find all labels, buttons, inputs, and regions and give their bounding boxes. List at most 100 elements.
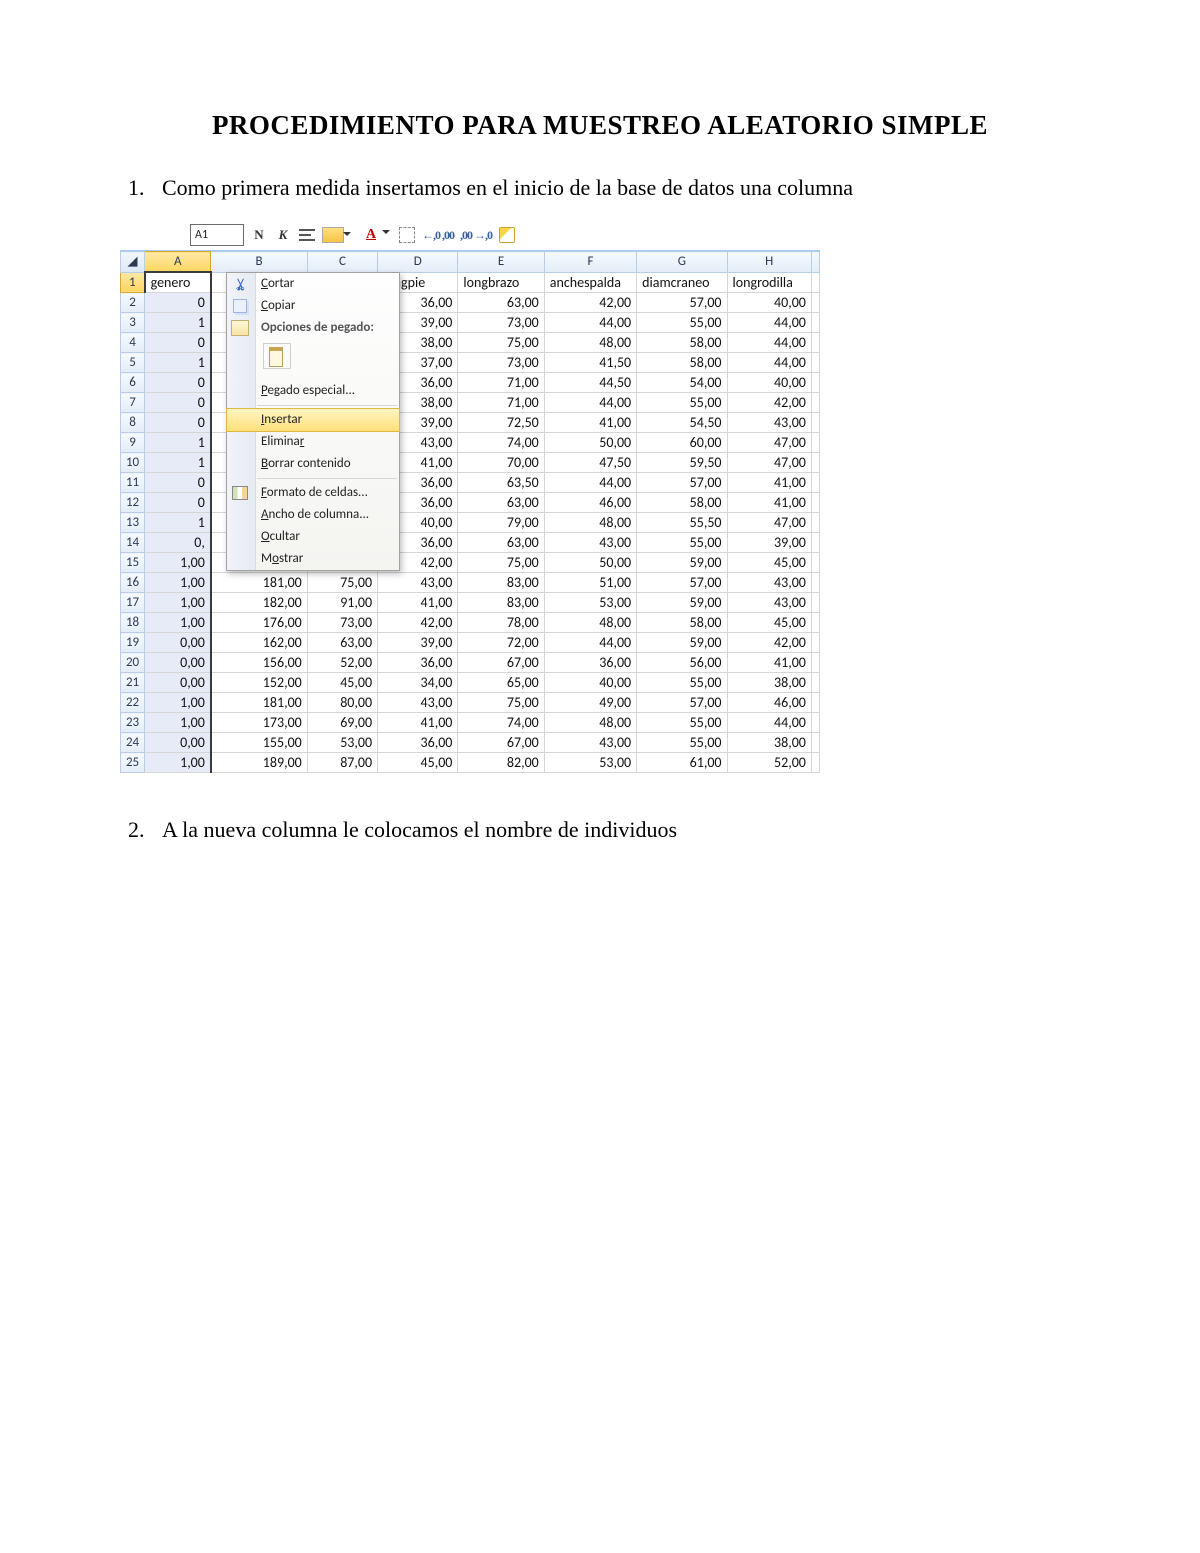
grid[interactable]: ◢ A B C D E F G H 1generolongpielongbraz… (120, 251, 820, 773)
cell[interactable]: 0 (145, 413, 211, 433)
cell[interactable]: 38,00 (727, 673, 811, 693)
cell[interactable]: 52,00 (727, 753, 811, 773)
row-header[interactable]: 20 (121, 653, 145, 673)
cell[interactable]: 44,00 (727, 313, 811, 333)
cell[interactable]: 41,00 (727, 653, 811, 673)
cell[interactable]: 47,00 (727, 513, 811, 533)
cell[interactable]: 46,00 (544, 493, 636, 513)
row-header[interactable]: 15 (121, 553, 145, 573)
cell[interactable]: 0 (145, 293, 211, 313)
cell[interactable]: 82,00 (458, 753, 544, 773)
row-header[interactable]: 3 (121, 313, 145, 333)
row-header[interactable]: 21 (121, 673, 145, 693)
cell[interactable]: 44,00 (544, 633, 636, 653)
cell[interactable]: 1 (145, 433, 211, 453)
cell[interactable]: 63,00 (458, 493, 544, 513)
name-box[interactable]: A1 (190, 224, 244, 246)
cell[interactable]: 34,00 (378, 673, 458, 693)
cell[interactable]: 47,00 (727, 453, 811, 473)
cell[interactable]: 53,00 (544, 593, 636, 613)
cell[interactable]: 0 (145, 473, 211, 493)
cell[interactable]: 43,00 (544, 533, 636, 553)
cell[interactable]: 55,00 (637, 313, 727, 333)
col-G[interactable]: G (637, 252, 727, 273)
menu-show[interactable]: Mostrar (227, 548, 399, 570)
cell[interactable]: 181,00 (211, 573, 307, 593)
cell[interactable]: 57,00 (637, 573, 727, 593)
cell[interactable]: 75,00 (458, 333, 544, 353)
cell[interactable]: 67,00 (458, 653, 544, 673)
cell[interactable]: 73,00 (458, 353, 544, 373)
cell[interactable]: 75,00 (458, 693, 544, 713)
cell[interactable]: diamcraneo (637, 272, 727, 293)
cell[interactable]: 63,00 (458, 293, 544, 313)
cell[interactable]: 79,00 (458, 513, 544, 533)
cell[interactable]: 54,00 (637, 373, 727, 393)
col-B[interactable]: B (211, 252, 307, 273)
row-header[interactable]: 7 (121, 393, 145, 413)
cell[interactable]: 50,00 (544, 553, 636, 573)
cell[interactable]: 1,00 (145, 573, 211, 593)
cell[interactable]: 44,00 (727, 353, 811, 373)
cell[interactable]: 1 (145, 453, 211, 473)
menu-format-cells[interactable]: Formato de celdas... (227, 482, 399, 504)
cell[interactable]: 71,00 (458, 373, 544, 393)
cell[interactable]: 57,00 (637, 473, 727, 493)
cell[interactable]: 44,00 (544, 473, 636, 493)
cell[interactable]: 61,00 (637, 753, 727, 773)
cell[interactable]: 49,00 (544, 693, 636, 713)
menu-copy[interactable]: Copiar (227, 295, 399, 317)
cell[interactable]: 59,00 (637, 633, 727, 653)
cell[interactable]: 48,00 (544, 713, 636, 733)
cell[interactable]: 41,00 (727, 473, 811, 493)
cell[interactable]: 45,00 (378, 753, 458, 773)
cell[interactable]: 152,00 (211, 673, 307, 693)
cell[interactable]: 1 (145, 313, 211, 333)
menu-clear[interactable]: Borrar contenido (227, 453, 399, 475)
cell[interactable]: 48,00 (544, 513, 636, 533)
cell[interactable]: 0,00 (145, 673, 211, 693)
row-header[interactable]: 13 (121, 513, 145, 533)
cell[interactable]: 53,00 (307, 733, 377, 753)
cell[interactable]: 1,00 (145, 713, 211, 733)
cell[interactable]: 47,00 (727, 433, 811, 453)
cell[interactable]: 70,00 (458, 453, 544, 473)
cell[interactable]: 0 (145, 333, 211, 353)
cell[interactable]: 73,00 (458, 313, 544, 333)
font-color-button[interactable]: A (362, 225, 380, 245)
cell[interactable]: 43,00 (544, 733, 636, 753)
cell[interactable]: 51,00 (544, 573, 636, 593)
cell[interactable]: 0 (145, 373, 211, 393)
row-header[interactable]: 12 (121, 493, 145, 513)
cell[interactable]: 59,50 (637, 453, 727, 473)
cell[interactable]: 43,00 (378, 573, 458, 593)
cell[interactable]: 0,00 (145, 653, 211, 673)
cell[interactable]: 55,00 (637, 673, 727, 693)
cell[interactable]: 1 (145, 513, 211, 533)
cell[interactable]: 40,00 (727, 373, 811, 393)
col-D[interactable]: D (378, 252, 458, 273)
row-header[interactable]: 14 (121, 533, 145, 553)
cell[interactable]: 38,00 (727, 733, 811, 753)
col-E[interactable]: E (458, 252, 544, 273)
align-button[interactable] (298, 225, 316, 245)
cell[interactable]: 71,00 (458, 393, 544, 413)
row-header[interactable]: 16 (121, 573, 145, 593)
decrease-decimal-button[interactable]: ←,0 ,00 (422, 225, 454, 245)
cell[interactable]: 55,00 (637, 713, 727, 733)
cell[interactable]: 39,00 (727, 533, 811, 553)
cell[interactable]: 43,00 (378, 693, 458, 713)
cell[interactable]: 57,00 (637, 293, 727, 313)
cell[interactable]: 58,00 (637, 613, 727, 633)
col-C[interactable]: C (307, 252, 377, 273)
cell[interactable]: 55,00 (637, 393, 727, 413)
cell[interactable]: 44,50 (544, 373, 636, 393)
row-header[interactable]: 25 (121, 753, 145, 773)
italic-button[interactable]: K (274, 225, 292, 245)
row-header[interactable]: 8 (121, 413, 145, 433)
cell[interactable]: 56,00 (637, 653, 727, 673)
cell[interactable]: 43,00 (727, 413, 811, 433)
cell[interactable]: 75,00 (307, 573, 377, 593)
cell[interactable]: 189,00 (211, 753, 307, 773)
cell[interactable]: 43,00 (727, 573, 811, 593)
